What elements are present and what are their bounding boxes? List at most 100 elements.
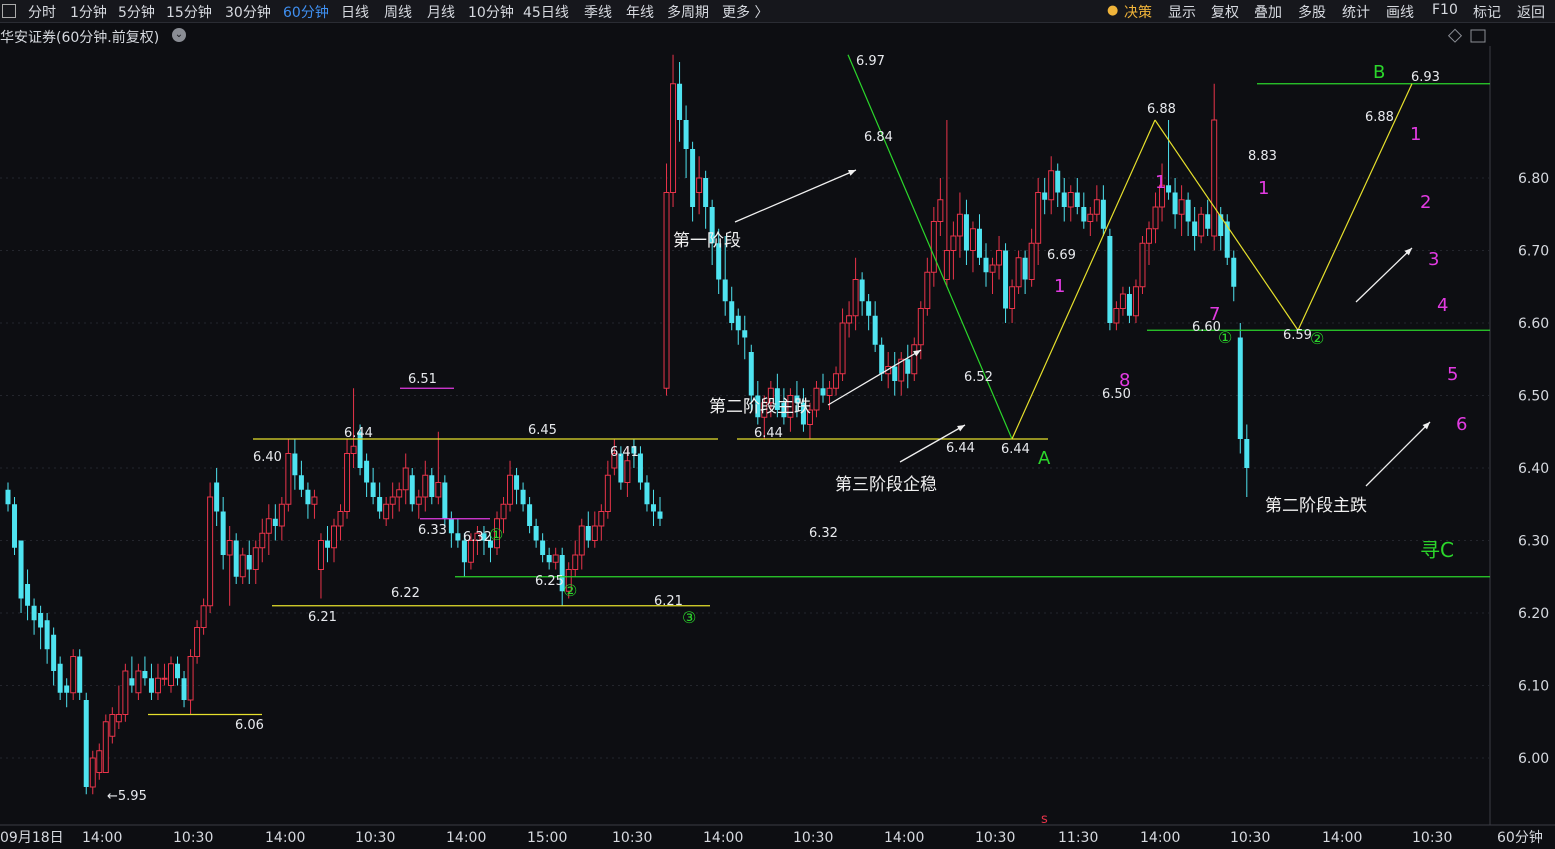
candle-body-down [546, 555, 552, 563]
candle-body-up [696, 177, 703, 193]
candle-body-down [51, 634, 57, 671]
candle-body-up [943, 250, 950, 280]
candle-body-down [872, 315, 878, 345]
candle-body-down [31, 605, 37, 621]
circled-label: ② [1310, 329, 1324, 348]
x-tick-label: 10:30 [975, 830, 1015, 846]
candle-body-up [598, 511, 605, 527]
candle-body-down [38, 613, 44, 628]
candle-body-down [527, 504, 533, 526]
candle-body-up [1015, 257, 1022, 288]
count-label: 1 [1155, 172, 1166, 193]
candle-body-up [813, 387, 820, 411]
candle-body-up [285, 453, 292, 505]
candle-body-up [109, 714, 116, 737]
candle-body-up [435, 482, 442, 498]
stage-annotation: 第一阶段 [673, 231, 741, 251]
circled-label: ① [1218, 328, 1232, 347]
candle-body-down [677, 83, 683, 120]
y-tick-label: 6.70 [1518, 244, 1549, 260]
candle-body-down [370, 482, 376, 497]
diamond-icon[interactable] [1447, 28, 1463, 43]
candle-body-down [879, 344, 885, 374]
candle-body-up [194, 627, 201, 657]
candle-body-down [1100, 199, 1106, 229]
candle-body-up [1093, 199, 1100, 215]
candle-body-up [1132, 286, 1139, 317]
stage-annotation: 第二阶段主跌 [709, 397, 811, 417]
candle-body-down [1166, 185, 1172, 193]
candle-body-down [324, 540, 330, 548]
candle-body-up [552, 554, 559, 563]
price-label: 6.84 [864, 130, 893, 145]
candle-body-up [259, 532, 266, 549]
candle-body-down [181, 678, 187, 700]
count-label: 1 [1258, 178, 1269, 199]
candle-body-down [820, 388, 826, 396]
price-label: 6.69 [1047, 248, 1076, 263]
x-tick-label: 15:00 [527, 830, 567, 846]
candle-body-up [663, 192, 670, 389]
candle-body-up [1009, 286, 1016, 309]
candle-body-down [514, 475, 520, 490]
price-label: 6.32 [463, 530, 492, 545]
circled-label: ② [563, 581, 577, 600]
candle-body-down [364, 460, 370, 483]
count-label: 7 [1209, 304, 1220, 325]
count-label: 6 [1456, 414, 1467, 435]
wave-line [1297, 83, 1413, 331]
candle-body-down [1185, 199, 1191, 222]
x-tick-label: 14:00 [265, 830, 305, 846]
count-label: 2 [1420, 192, 1431, 213]
candle-body-down [44, 620, 50, 650]
candle-body-down [1244, 439, 1250, 468]
x-tick-label: 10:30 [1412, 830, 1452, 846]
candle-body-up [89, 757, 96, 788]
x-tick-label: 14:00 [1322, 830, 1362, 846]
candle-body-up [422, 474, 429, 498]
candle-body-down [220, 511, 226, 555]
candle-body-down [1042, 192, 1048, 200]
candle-body-down [905, 359, 911, 374]
candle-body-up [135, 670, 142, 694]
count-label: 1 [1054, 276, 1065, 297]
candle-body-up [402, 467, 409, 491]
candle-body-up [187, 656, 194, 701]
candlestick-chart[interactable]: 6.00 6.10 6.20 6.30 6.40 6.50 6.60 6.70 6.80 09月1… [0, 0, 1555, 849]
count-label: 5 [1447, 364, 1458, 385]
candle-body-up [115, 714, 122, 723]
count-label: 1 [1410, 124, 1421, 145]
candle-body-up [200, 605, 207, 628]
candle-body-up [670, 83, 677, 193]
price-label: 6.97 [856, 54, 885, 69]
candle-body-up [1028, 242, 1035, 280]
candle-body-up [1139, 242, 1146, 288]
candle-body-down [1061, 192, 1067, 207]
x-tick-label: 14:00 [1140, 830, 1180, 846]
candle-body-up [924, 271, 931, 309]
annotation-arrow [1355, 247, 1413, 303]
candle-body-up [1087, 213, 1094, 222]
stage-annotation: 第三阶段企稳 [835, 475, 937, 495]
candle-body-up [396, 489, 403, 498]
candle-body-down [722, 279, 728, 302]
candle-body-up [578, 525, 585, 556]
annotation-arrow [1365, 421, 1431, 487]
candle-body-up [161, 677, 168, 680]
wave-label: 寻C [1420, 538, 1454, 562]
candle-body-up [252, 547, 259, 570]
candle-body-up [96, 750, 103, 773]
candle-body-up [1048, 170, 1055, 201]
candle-body-down [585, 526, 591, 541]
candle-body-down [1055, 170, 1061, 193]
price-label: 6.45 [528, 423, 557, 438]
candle-body-down [735, 315, 741, 331]
price-label: 6.44 [1001, 442, 1030, 457]
candle-body-up [1198, 213, 1205, 237]
y-tick-label: 6.10 [1518, 679, 1549, 695]
price-label: 6.21 [654, 594, 683, 609]
count-label: 8 [1119, 370, 1130, 391]
candle-body-down [1022, 257, 1028, 280]
panel-toggle-icon[interactable] [1470, 29, 1486, 43]
candle-body-down [429, 475, 435, 497]
